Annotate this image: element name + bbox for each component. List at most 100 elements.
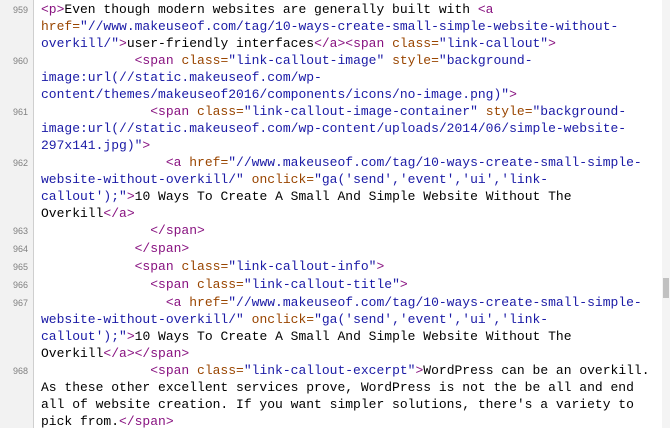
tag-token: <a (477, 2, 494, 17)
line-number: 960 (12, 56, 28, 66)
attribute-token: class= (197, 363, 244, 378)
tag-token: <span (41, 53, 182, 68)
text-token: Even though modern websites are generall… (64, 2, 478, 17)
wrapped-line: </span> (41, 240, 190, 257)
attribute-token: href= (189, 155, 229, 170)
wrapped-line: <a href="//www.makeuseof.com/tag/10-ways… (41, 294, 642, 311)
tag-token: > (119, 36, 127, 51)
wrapped-line: <span class="link-callout-excerpt">WordP… (41, 362, 650, 379)
value-token: "link-callout-title" (243, 277, 400, 292)
source-line: 968 <span class="link-callout-excerpt">W… (0, 362, 662, 430)
value-token: image:url(//static.makeuseof.com/wp- (41, 70, 322, 85)
line-number: 966 (12, 280, 28, 290)
wrapped-line: <span class="link-callout-title"> (41, 276, 408, 293)
wrapped-line: Overkill</a> (41, 205, 642, 222)
value-token: website-without-overkill/" (41, 312, 244, 327)
tag-token: > (142, 138, 151, 153)
source-line: 966 <span class="link-callout-title"> (0, 276, 662, 294)
wrapped-line: <span class="link-callout-info"> (41, 258, 385, 275)
value-token: "background- (532, 104, 627, 119)
value-token: "//www.makeuseof.com/tag/10-ways-create-… (228, 155, 642, 170)
text-token: 10 Ways To Create A Small And Simple Web… (134, 329, 572, 344)
tag-token: </span> (119, 414, 174, 429)
tag-token: > (399, 277, 408, 292)
value-token: "link-callout-image" (228, 53, 385, 68)
wrapped-line: 297x141.jpg)"> (41, 137, 626, 154)
wrapped-line: website-without-overkill/" onclick="ga('… (41, 311, 642, 328)
source-line: 962 <a href="//www.makeuseof.com/tag/10-… (0, 154, 662, 222)
source-line: 967 <a href="//www.makeuseof.com/tag/10-… (0, 294, 662, 362)
line-number: 967 (12, 298, 28, 308)
wrapped-line: <a href="//www.makeuseof.com/tag/10-ways… (41, 154, 642, 171)
attribute-token: class= (181, 53, 229, 68)
value-token: "ga('send','event','ui','link- (314, 172, 549, 187)
attribute-token: onclick= (243, 172, 315, 187)
value-token: "link-callout" (438, 36, 549, 51)
text-token: user-friendly interfaces (126, 36, 315, 51)
line-number: 962 (12, 158, 28, 168)
wrapped-line: website-without-overkill/" onclick="ga('… (41, 171, 642, 188)
line-number: 964 (12, 244, 28, 254)
text-token: WordPress can be an overkill. (423, 363, 650, 378)
attribute-token: class= (392, 36, 439, 51)
attribute-token: onclick= (243, 312, 315, 327)
value-token: website-without-overkill/" (41, 172, 244, 187)
text-token: all of website creation. If you want sim… (41, 397, 634, 412)
value-token: "link-callout-excerpt" (243, 363, 416, 378)
value-token: overkill/" (41, 36, 120, 51)
wrapped-line: image:url(//static.makeuseof.com/wp- (41, 69, 533, 86)
value-token: image:url(//static.makeuseof.com/wp-cont… (41, 121, 627, 136)
source-line: 961 <span class="link-callout-image-cont… (0, 103, 662, 154)
tag-token: <span (41, 277, 198, 292)
source-line: 959 <p>Even though modern websites are ge… (0, 1, 662, 52)
source-code-view: 959 <p>Even though modern websites are ge… (0, 0, 662, 430)
tag-token: </span> (41, 241, 190, 256)
attribute-token: style= (477, 104, 533, 119)
text-token: Overkill (41, 346, 104, 361)
text-token: pick from. (41, 414, 120, 429)
value-token: callout');" (41, 329, 127, 344)
wrapped-line: Overkill</a></span> (41, 345, 642, 362)
value-token: content/themes/makeuseof2016/components/… (41, 87, 510, 102)
tag-token: <a (41, 155, 190, 170)
wrapped-line: image:url(//static.makeuseof.com/wp-cont… (41, 120, 626, 137)
tag-token: </a> (103, 206, 135, 221)
source-line: 965 <span class="link-callout-info"> (0, 258, 662, 276)
source-line: 963 </span> (0, 222, 662, 240)
tag-token: </span> (41, 223, 205, 238)
value-token: callout');" (41, 189, 127, 204)
line-number: 959 (12, 5, 28, 15)
source-line: 964 </span> (0, 240, 662, 258)
tag-token: <p> (41, 2, 65, 17)
wrapped-line: <p>Even though modern websites are gener… (41, 1, 618, 18)
value-token: "link-callout-image-container" (243, 104, 478, 119)
line-number: 965 (12, 262, 28, 272)
text-token: Overkill (41, 206, 104, 221)
tag-token: > (126, 329, 135, 344)
tag-token: </a><span (314, 36, 393, 51)
value-token: 297x141.jpg)" (41, 138, 143, 153)
scrollbar-thumb[interactable] (663, 278, 669, 298)
vertical-scrollbar[interactable] (662, 0, 670, 428)
attribute-token: href= (41, 19, 81, 34)
tag-token: <span (41, 259, 182, 274)
tag-token: > (126, 189, 135, 204)
wrapped-line: </span> (41, 222, 205, 239)
tag-token: <a (41, 295, 190, 310)
wrapped-line: <span class="link-callout-image-containe… (41, 103, 626, 120)
attribute-token: style= (384, 53, 439, 68)
attribute-token: class= (197, 277, 244, 292)
wrapped-line: all of website creation. If you want sim… (41, 396, 650, 413)
wrapped-line: content/themes/makeuseof2016/components/… (41, 86, 533, 103)
wrapped-line: As these other excellent services prove,… (41, 379, 650, 396)
value-token: "background- (438, 53, 533, 68)
value-token: "//www.makeuseof.com/tag/10-ways-create-… (80, 19, 619, 34)
tag-token: <span (41, 363, 198, 378)
tag-token: > (548, 36, 556, 51)
source-line: 960 <span class="link-callout-image" sty… (0, 52, 662, 103)
attribute-token: href= (189, 295, 229, 310)
wrapped-line: <span class="link-callout-image" style="… (41, 52, 533, 69)
tag-token: > (376, 259, 385, 274)
attribute-token: class= (197, 104, 244, 119)
line-number: 963 (12, 226, 28, 236)
